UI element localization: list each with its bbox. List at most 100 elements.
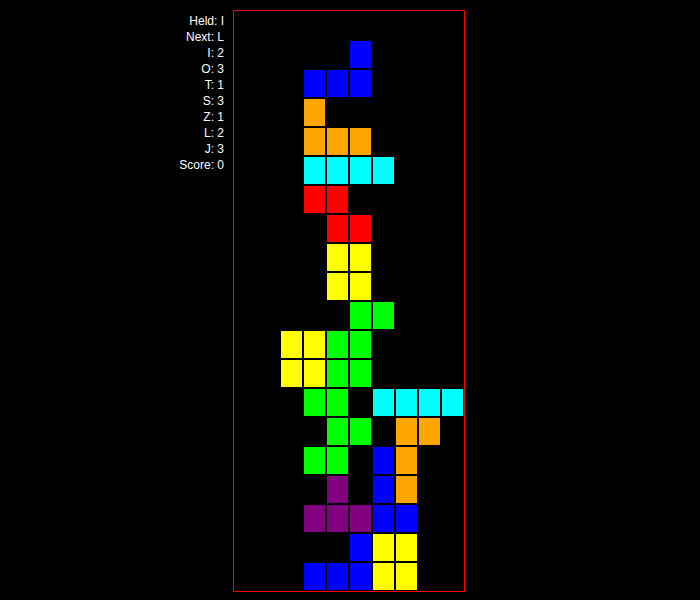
stat-line: J: 3 [205, 141, 224, 157]
board-cell [257, 562, 280, 591]
board-cell [280, 417, 303, 446]
block [280, 359, 303, 388]
board-cell [257, 156, 280, 185]
board-cell [257, 243, 280, 272]
board-cell [303, 446, 326, 475]
board-cell [257, 185, 280, 214]
board-cell [349, 388, 372, 417]
board-cell [395, 475, 418, 504]
board-cell [257, 272, 280, 301]
block [303, 98, 326, 127]
board-cell [441, 156, 464, 185]
board-cell [280, 272, 303, 301]
board-cell [349, 533, 372, 562]
board-cell [372, 330, 395, 359]
board-cell [395, 417, 418, 446]
board-cell [326, 243, 349, 272]
board-cell [441, 98, 464, 127]
board-cell [280, 98, 303, 127]
block [441, 388, 464, 417]
block [303, 562, 326, 591]
board-cell [280, 40, 303, 69]
board-cell [441, 69, 464, 98]
board-cell [372, 156, 395, 185]
block [303, 504, 326, 533]
board-cell [257, 504, 280, 533]
board-cell [303, 417, 326, 446]
tetris-screen: Held: INext: LI: 2O: 3T: 1S: 3Z: 1L: 2J:… [0, 0, 700, 600]
board-cell [234, 243, 257, 272]
board-cell [303, 214, 326, 243]
board-cell [303, 243, 326, 272]
board-cell [441, 127, 464, 156]
board-cell [372, 185, 395, 214]
board-cell [303, 301, 326, 330]
board-cell [349, 214, 372, 243]
block [326, 446, 349, 475]
board-cell [280, 504, 303, 533]
board-cell [349, 243, 372, 272]
block [349, 69, 372, 98]
block [303, 127, 326, 156]
block [372, 562, 395, 591]
board-cell [395, 330, 418, 359]
stat-line: Z: 1 [203, 109, 224, 125]
board-cell [349, 98, 372, 127]
board-cell [234, 446, 257, 475]
block [326, 330, 349, 359]
block [349, 127, 372, 156]
board-cell [418, 330, 441, 359]
board-cell [349, 272, 372, 301]
board-cell [234, 301, 257, 330]
stat-line: I: 2 [207, 45, 224, 61]
board-cell [280, 359, 303, 388]
board-cell [234, 11, 257, 40]
block [418, 388, 441, 417]
board-cell [395, 69, 418, 98]
block [326, 475, 349, 504]
board-cell [303, 330, 326, 359]
board-cell [280, 11, 303, 40]
board-cell [257, 359, 280, 388]
board-cell [418, 301, 441, 330]
block [349, 533, 372, 562]
board-cell [257, 214, 280, 243]
board-cell [395, 98, 418, 127]
board-cell [257, 330, 280, 359]
block [418, 417, 441, 446]
board-cell [326, 446, 349, 475]
board-cell [395, 446, 418, 475]
board-cell [372, 446, 395, 475]
board-cell [441, 417, 464, 446]
board-cell [418, 388, 441, 417]
block [395, 504, 418, 533]
block [349, 359, 372, 388]
board-cell [441, 214, 464, 243]
board-cell [395, 504, 418, 533]
board-cell [257, 98, 280, 127]
block [326, 417, 349, 446]
board-cell [349, 69, 372, 98]
board-cell [257, 533, 280, 562]
block [326, 243, 349, 272]
board-cell [280, 185, 303, 214]
board-cell [395, 214, 418, 243]
board-cell [303, 11, 326, 40]
board-cell [234, 533, 257, 562]
block [372, 446, 395, 475]
block [372, 533, 395, 562]
board-cell [234, 185, 257, 214]
stat-line: Held: I [189, 13, 224, 29]
stats-panel: Held: INext: LI: 2O: 3T: 1S: 3Z: 1L: 2J:… [0, 10, 224, 173]
board-cell [326, 562, 349, 591]
block [326, 127, 349, 156]
block [349, 330, 372, 359]
block [372, 475, 395, 504]
board-cell [372, 301, 395, 330]
board-cell [441, 446, 464, 475]
board-cell [234, 475, 257, 504]
block [349, 272, 372, 301]
board-cell [372, 417, 395, 446]
board-cell [234, 69, 257, 98]
board-cell [418, 185, 441, 214]
